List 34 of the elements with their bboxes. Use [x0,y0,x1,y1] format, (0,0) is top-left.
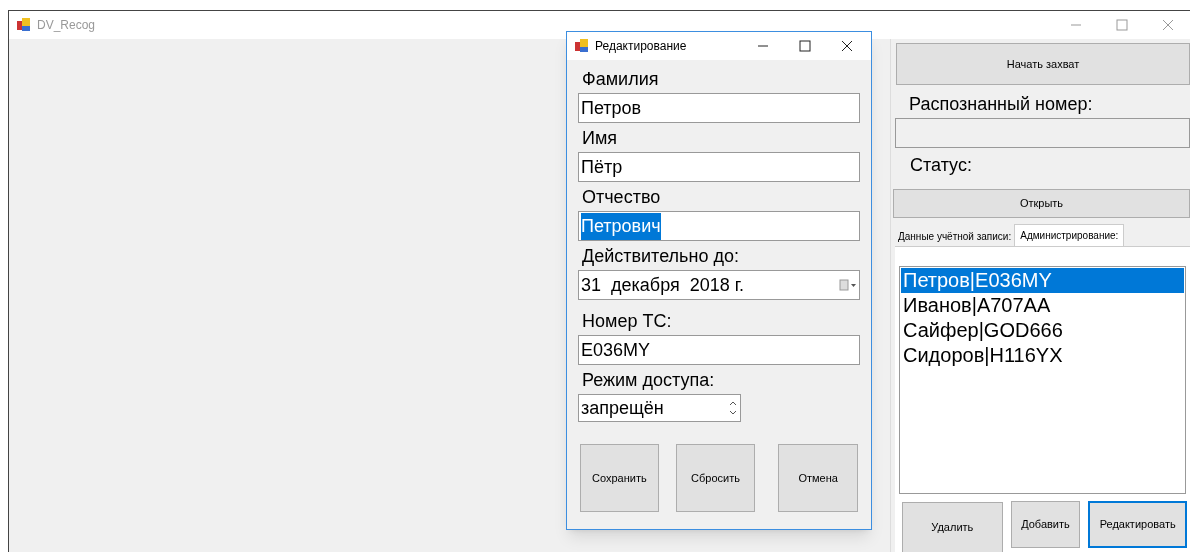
text-field[interactable]: Петров [578,93,860,123]
field-label: Фамилия [582,68,660,90]
dialog-button[interactable]: Сбросить [675,444,756,512]
open-button[interactable]: Открыть [893,189,1190,218]
field-label: Действительно до: [582,245,740,267]
window-title: DV_Recog [37,17,96,34]
tab[interactable]: Администрирование: [1014,224,1125,246]
app-icon [17,18,31,32]
field-label: Имя [582,127,619,149]
date-picker[interactable]: 31 декабря 2018 г. [578,270,860,300]
panel-button[interactable]: Добавить [1010,501,1081,548]
dialog-button[interactable]: Сохранить [580,444,659,512]
dialog-title: Редактирование [595,38,688,55]
field-label: Режим доступа: [582,369,716,391]
text-field[interactable]: E036MY [578,335,860,365]
maximize-icon[interactable] [799,40,811,52]
status-label: Статус: [910,154,973,176]
list-item[interactable]: Сайфер|GOD666 [901,318,1184,343]
text-field[interactable]: Пётр [578,152,860,182]
calendar-dropdown-icon[interactable] [839,279,857,291]
field-label: Отчество [582,186,662,208]
spin-box[interactable]: запрещён [578,394,741,422]
list-item[interactable]: Сидоров|H116YX [901,343,1184,368]
close-icon[interactable] [841,40,853,52]
dialog-button[interactable]: Отмена [778,444,858,512]
recognized-number-label: Распознанный номер: [909,93,1094,115]
field-label: Номер ТС: [582,310,673,332]
list-item[interactable]: Иванов|A707AA [901,293,1184,318]
list-item[interactable]: Петров|E036MY [901,268,1184,293]
text-field[interactable]: Петрович [578,211,860,241]
app-icon [575,39,589,53]
start-capture-button[interactable]: Начать захват [896,43,1190,85]
panel-button[interactable]: Удалить [902,502,1003,552]
panel-button[interactable]: Редактировать [1088,501,1187,548]
